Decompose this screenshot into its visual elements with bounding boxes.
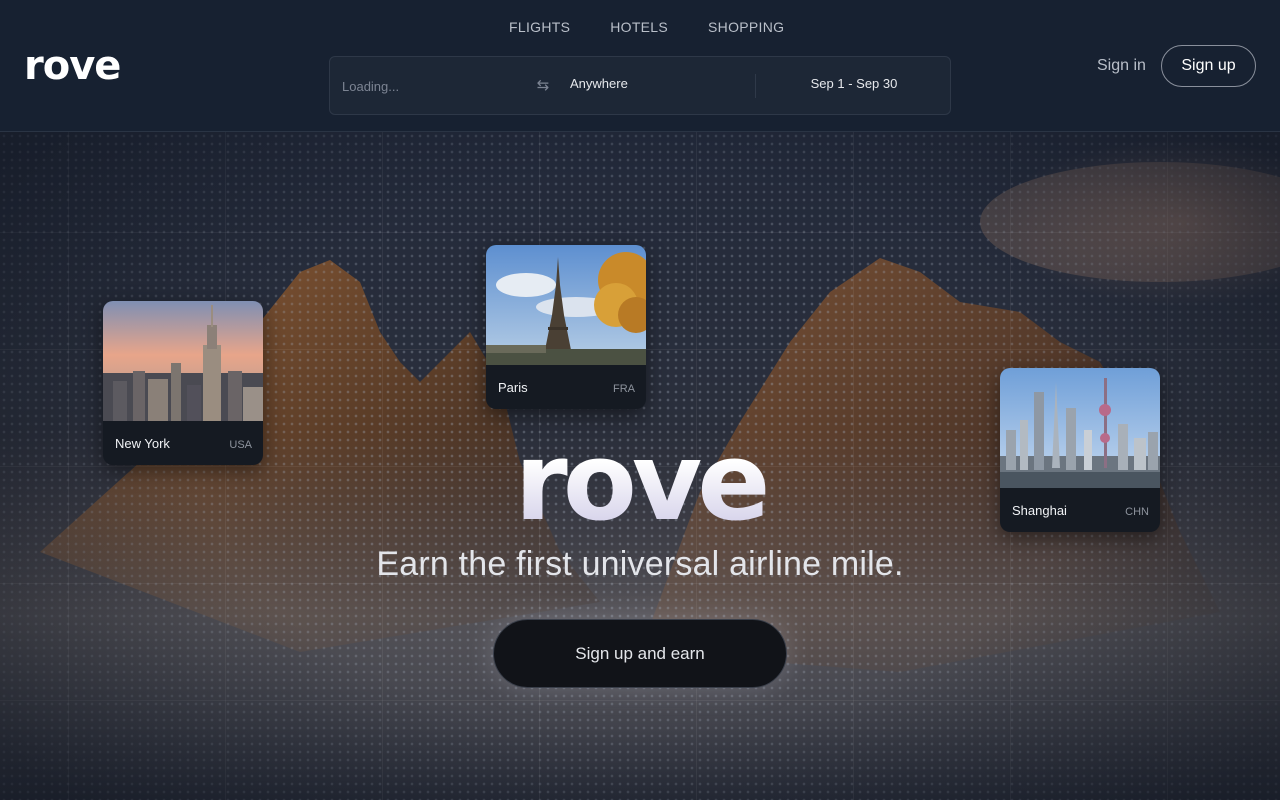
sign-up-and-earn-button[interactable]: Sign up and earn: [493, 619, 787, 688]
top-header: rove FLIGHTS HOTELS SHOPPING ⇆ Anywhere …: [0, 0, 1280, 132]
destination-card-new-york[interactable]: New York USA: [103, 301, 263, 465]
destination-card-paris[interactable]: Paris FRA: [486, 245, 646, 409]
destination-card-shanghai[interactable]: Shanghai CHN: [1000, 368, 1160, 532]
hero-section: New York USA Paris FRA Shanghai CHN rove…: [0, 132, 1280, 800]
flight-search-bar: ⇆ Anywhere Sep 1 - Sep 30: [329, 56, 951, 115]
nav-hotels[interactable]: HOTELS: [610, 17, 668, 37]
nav-flights[interactable]: FLIGHTS: [509, 17, 570, 37]
nav-shopping[interactable]: SHOPPING: [708, 17, 784, 37]
card-city-name: Paris: [498, 380, 528, 395]
card-city-name: New York: [115, 436, 170, 451]
card-country-code: FRA: [613, 383, 635, 395]
card-country-code: USA: [229, 439, 252, 451]
sign-in-link[interactable]: Sign in: [1097, 57, 1146, 75]
hero-brand-wordmark: rove: [484, 428, 796, 538]
paris-photo: [486, 245, 646, 365]
hero-tagline: Earn the first universal airline mile.: [376, 545, 904, 583]
swap-arrows-icon[interactable]: ⇆: [535, 75, 551, 95]
rove-logo[interactable]: rove: [24, 46, 121, 86]
date-range-field[interactable]: Sep 1 - Sep 30: [756, 76, 950, 91]
card-country-code: CHN: [1125, 506, 1149, 518]
main-nav: FLIGHTS HOTELS SHOPPING: [490, 17, 784, 37]
shanghai-photo: [1000, 368, 1160, 488]
new-york-photo: [103, 301, 263, 421]
origin-input[interactable]: [342, 76, 522, 96]
destination-field[interactable]: Anywhere: [570, 76, 628, 91]
card-city-name: Shanghai: [1012, 503, 1067, 518]
sign-up-button[interactable]: Sign up: [1161, 45, 1256, 87]
